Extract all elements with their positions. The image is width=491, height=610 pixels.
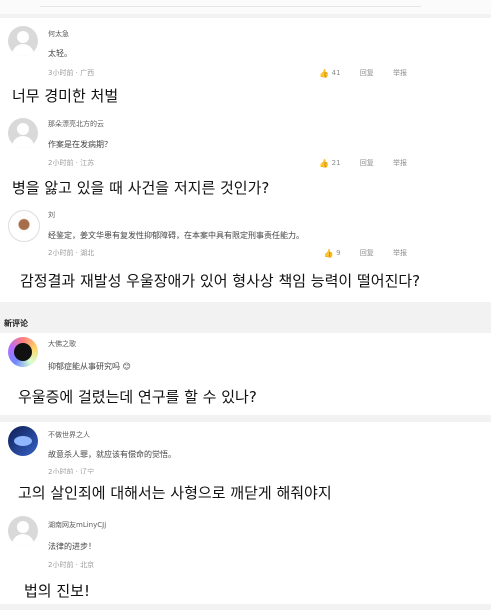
translation-2: 병을 앓고 있을 때 사건을 저지른 것인가? <box>0 171 491 205</box>
avatar[interactable] <box>8 26 38 56</box>
comment-2: 那朵漂亮北方的云 作案是在发病期？ 2小时前 · 江苏 👍 21 回复 举报 <box>0 113 491 171</box>
username[interactable]: 大佛之歌 <box>48 339 76 349</box>
comment-meta: 2小时前 · 北京 <box>48 561 95 569</box>
comment-6: 湖南网友mLinyCJj 法律的进步！ 2小时前 · 北京 <box>0 512 491 572</box>
avatar[interactable] <box>8 118 38 148</box>
comment-text: 故意杀人罪，就应该有偿命的觉悟。 <box>48 450 176 459</box>
comment-3: 刘 经鉴定，姜文华患有复发性抑郁障碍，在本案中具有限定刑事责任能力。 2小时前 … <box>0 205 491 260</box>
comment-5: 不做世界之人 故意杀人罪，就应该有偿命的觉悟。 2小时前 · 辽宁 <box>0 422 491 476</box>
comment-meta: 3小时前 · 广西 <box>48 69 95 77</box>
translation-5: 고의 살인죄에 대해서는 사형으로 깨닫게 해줘야지 <box>0 474 491 512</box>
comment-text: 经鉴定，姜文华患有复发性抑郁障碍，在本案中具有限定刑事责任能力。 <box>48 231 304 240</box>
username[interactable]: 何太急 <box>48 29 69 39</box>
avatar[interactable] <box>8 210 40 242</box>
comment-text: 法律的进步！ <box>48 542 96 551</box>
avatar[interactable] <box>8 337 38 367</box>
report-button[interactable]: 举报 <box>393 159 407 167</box>
like-button[interactable]: 👍 41 <box>319 69 341 78</box>
comment-actions: 👍 9 回复 举报 <box>307 248 407 258</box>
like-count: 41 <box>331 69 341 77</box>
comment-1: 何太急 太轻。 3小时前 · 广西 👍 41 回复 举报 <box>0 18 491 80</box>
username[interactable]: 刘 <box>48 210 55 220</box>
username[interactable]: 不做世界之人 <box>48 430 90 440</box>
comment-actions: 👍 41 回复 举报 <box>302 68 407 78</box>
comment-text: 作案是在发病期？ <box>48 140 112 149</box>
like-count: 9 <box>336 249 341 257</box>
username[interactable]: 那朵漂亮北方的云 <box>48 119 104 129</box>
thumbs-up-icon: 👍 <box>319 69 330 78</box>
comment-actions: 👍 21 回复 举报 <box>302 158 407 168</box>
like-count: 21 <box>331 159 341 167</box>
reply-button[interactable]: 回复 <box>360 249 374 257</box>
report-button[interactable]: 举报 <box>393 69 407 77</box>
reply-button[interactable]: 回复 <box>360 159 374 167</box>
avatar[interactable] <box>8 426 38 456</box>
translation-1: 너무 경미한 처벌 <box>0 80 491 113</box>
avatar[interactable] <box>8 516 38 546</box>
like-button[interactable]: 👍 21 <box>319 159 341 168</box>
comment-4: 大佛之歌 抑郁症能从事研究吗 😊 <box>0 333 491 379</box>
report-button[interactable]: 举报 <box>393 249 407 257</box>
translation-3: 감정결과 재발성 우울장애가 있어 형사상 책임 능력이 떨어진다? <box>0 260 491 302</box>
thumbs-up-icon: 👍 <box>319 159 330 168</box>
comment-meta: 2小时前 · 湖北 <box>48 249 95 257</box>
comment-meta: 2小时前 · 江苏 <box>48 159 95 167</box>
comment-text: 抑郁症能从事研究吗 😊 <box>48 362 131 371</box>
top-divider <box>0 0 491 14</box>
translation-6: 법의 진보! <box>0 572 491 604</box>
comment-text: 太轻。 <box>48 49 72 58</box>
translation-4: 우울증에 걸렸는데 연구를 할 수 있나? <box>0 379 491 415</box>
like-button[interactable]: 👍 9 <box>323 249 341 258</box>
new-comments-title: 新评论 <box>4 319 28 328</box>
thumbs-up-icon: 👍 <box>323 249 334 258</box>
username[interactable]: 湖南网友mLinyCJj <box>48 520 106 530</box>
reply-button[interactable]: 回复 <box>360 69 374 77</box>
